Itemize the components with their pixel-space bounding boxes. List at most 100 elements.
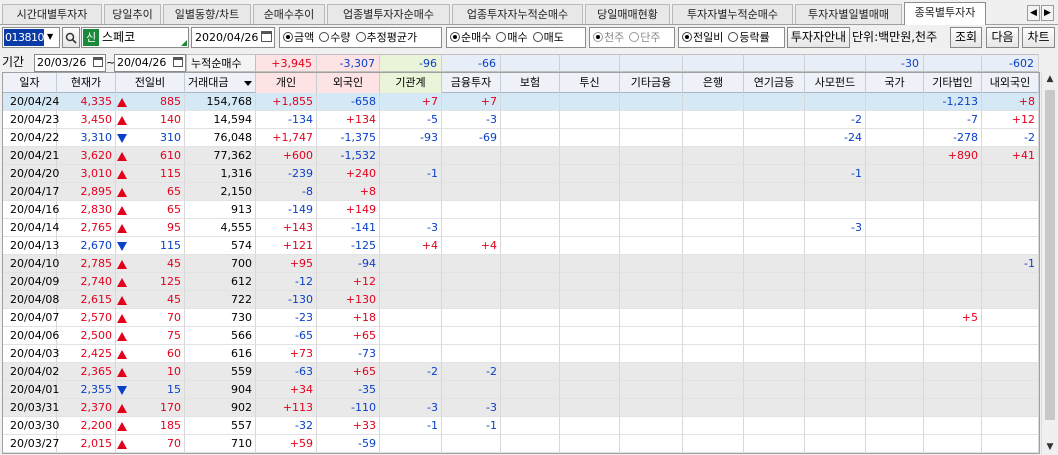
table-row[interactable]: 20/04/14 2,765 95 4,555 +143 -141 -3 -3: [3, 219, 1039, 237]
tab-9[interactable]: 투자자별일별매매: [795, 4, 902, 24]
cell-사모펀드: [805, 417, 866, 435]
table-row[interactable]: 20/03/31 2,370 170 902 +113 -110 -3 -3: [3, 399, 1039, 417]
tab-5[interactable]: 업종별투자자순매수: [327, 4, 450, 24]
col-header-2[interactable]: 전일비: [116, 73, 185, 93]
cumulative-cell: +3,945: [256, 54, 317, 72]
up-triangle-icon: [117, 296, 127, 305]
calendar-icon[interactable]: [93, 57, 103, 67]
cell-기관계: +7: [380, 93, 442, 111]
table-row[interactable]: 20/04/23 3,450 140 14,594 -134 +134 -5 -3 -2 -7 +1…: [3, 111, 1039, 129]
col-header-12[interactable]: 연기금등: [744, 73, 805, 93]
tab-10[interactable]: 종목별투자자: [904, 2, 986, 25]
col-header-5[interactable]: 외국인: [317, 73, 380, 93]
table-row[interactable]: 20/04/03 2,425 60 616 +73 -73: [3, 345, 1039, 363]
cell-사모펀드: [805, 93, 866, 111]
radio-option[interactable]: 매도: [530, 28, 566, 47]
table-row[interactable]: 20/04/17 2,895 65 2,150 -8 +8: [3, 183, 1039, 201]
tab-3[interactable]: 일별동향/차트: [163, 4, 251, 24]
cell-기타법인: [924, 201, 982, 219]
tab-1[interactable]: 시간대별투자자: [2, 4, 102, 24]
chart-button[interactable]: 차트: [1022, 27, 1055, 48]
tab-6[interactable]: 업종투자자누적순매수: [452, 4, 583, 24]
radio-option[interactable]: 금액: [280, 28, 316, 47]
calendar-icon[interactable]: [261, 31, 272, 42]
col-header-4[interactable]: 개인: [256, 73, 317, 93]
search-button[interactable]: [62, 27, 80, 48]
table-row[interactable]: 20/04/01 2,355 15 904 +34 -35: [3, 381, 1039, 399]
table-row[interactable]: 20/04/10 2,785 45 700 +95 -94 -1: [3, 255, 1039, 273]
radio-option[interactable]: 매수: [493, 28, 529, 47]
table-row[interactable]: 20/04/06 2,500 75 566 -65 +65: [3, 327, 1039, 345]
col-header-1[interactable]: 현재가: [57, 73, 116, 93]
query-button[interactable]: 조회: [950, 27, 982, 48]
table-row[interactable]: 20/04/09 2,740 125 612 -12 +12: [3, 273, 1039, 291]
col-header-3[interactable]: 거래대금: [185, 73, 256, 93]
table-row[interactable]: 20/04/08 2,615 45 722 -130 +130: [3, 291, 1039, 309]
cell-거래대금: 730: [185, 309, 256, 327]
down-triangle-icon: [117, 134, 127, 143]
table-row[interactable]: 20/03/30 2,200 185 557 -32 +33 -1 -1: [3, 417, 1039, 435]
table-row[interactable]: 20/04/24 4,335 885 154,768 +1,855 -658 +7 +7 -1,…: [3, 93, 1039, 111]
period-from-input[interactable]: 20/03/26: [34, 54, 106, 72]
cell-사모펀드: -1: [805, 165, 866, 183]
radio-option[interactable]: 수량: [316, 28, 352, 47]
cumulative-cell: -66: [442, 54, 501, 72]
col-header-10[interactable]: 기타금융: [620, 73, 683, 93]
cell-사모펀드: [805, 345, 866, 363]
table-row[interactable]: 20/04/22 3,310 310 76,048 +1,747 -1,375 -93 -69…: [3, 129, 1039, 147]
radio-option[interactable]: 단주: [626, 28, 662, 47]
tab-2[interactable]: 당일추이: [104, 4, 161, 24]
col-header-8[interactable]: 보험: [501, 73, 560, 93]
next-button[interactable]: 다음: [986, 27, 1019, 48]
col-header-13[interactable]: 사모펀드: [805, 73, 866, 93]
sort-arrow-icon[interactable]: [244, 81, 252, 86]
col-header-14[interactable]: 국가: [866, 73, 924, 93]
scroll-up-icon[interactable]: ▲: [1044, 74, 1056, 84]
period-to-input[interactable]: 20/04/26: [114, 54, 186, 72]
scroll-down-icon[interactable]: ▼: [1044, 442, 1056, 452]
cell-투신: [560, 183, 620, 201]
table-row[interactable]: 20/04/13 2,670 115 574 +121 -125 +4 +4: [3, 237, 1039, 255]
col-header-11[interactable]: 은행: [683, 73, 744, 93]
table-row[interactable]: 20/04/02 2,365 10 559 -63 +65 -2 -2: [3, 363, 1039, 381]
col-header-16[interactable]: 내외국인: [982, 73, 1039, 93]
cell-전일비: 610: [116, 147, 185, 165]
investor-guide-button[interactable]: 투자자안내: [787, 27, 850, 48]
tilde-separator: ~: [106, 56, 116, 69]
cell-투신: [560, 273, 620, 291]
table-row[interactable]: 20/04/20 3,010 115 1,316 -239 +240 -1 -1: [3, 165, 1039, 183]
radio-option[interactable]: 천주: [590, 28, 626, 47]
scroll-thumb[interactable]: [1045, 90, 1055, 420]
table-row[interactable]: 20/04/16 2,830 65 913 -149 +149: [3, 201, 1039, 219]
stock-name-field[interactable]: 신 스페코: [81, 27, 189, 48]
tab-4[interactable]: 순매수추이: [253, 4, 325, 24]
col-header-9[interactable]: 투신: [560, 73, 620, 93]
cell-사모펀드: -3: [805, 219, 866, 237]
tab-8[interactable]: 투자자별누적순매수: [672, 4, 793, 24]
radio-option[interactable]: 전일비: [679, 28, 725, 47]
tab-prev-icon[interactable]: ◀: [1027, 5, 1040, 21]
col-header-6[interactable]: 기관계: [380, 73, 442, 93]
radio-option[interactable]: 순매수: [447, 28, 493, 47]
table-row[interactable]: 20/04/07 2,570 70 730 -23 +18 +5: [3, 309, 1039, 327]
dropdown-arrow-icon[interactable]: ▼: [47, 32, 53, 41]
calendar-icon[interactable]: [173, 57, 183, 67]
tab-next-icon[interactable]: ▶: [1041, 5, 1054, 21]
up-triangle-icon: [117, 332, 127, 341]
stock-code-input[interactable]: 013810 ▼: [2, 27, 60, 48]
date-input[interactable]: 2020/04/26: [191, 27, 275, 48]
cell-외국인: +134: [317, 111, 380, 129]
col-header-7[interactable]: 금융투자: [442, 73, 501, 93]
cell-현재가: 3,010: [57, 165, 116, 183]
table-row[interactable]: 20/04/21 3,620 610 77,362 +600 -1,532 +890 +41: [3, 147, 1039, 165]
radio-option[interactable]: 추정평균가: [353, 28, 420, 47]
radio-option[interactable]: 등락률: [725, 28, 771, 47]
col-header-0[interactable]: 일자: [3, 73, 57, 93]
cell-일자: 20/04/20: [3, 165, 59, 183]
table-row[interactable]: 20/03/27 2,015 70 710 +59 -59: [3, 435, 1039, 453]
tab-7[interactable]: 당일매매현황: [585, 4, 670, 24]
vertical-scrollbar[interactable]: ▲ ▼: [1041, 72, 1057, 454]
col-header-15[interactable]: 기타법인: [924, 73, 982, 93]
cell-전일비: 125: [116, 273, 185, 291]
cell-전일비: 140: [116, 111, 185, 129]
